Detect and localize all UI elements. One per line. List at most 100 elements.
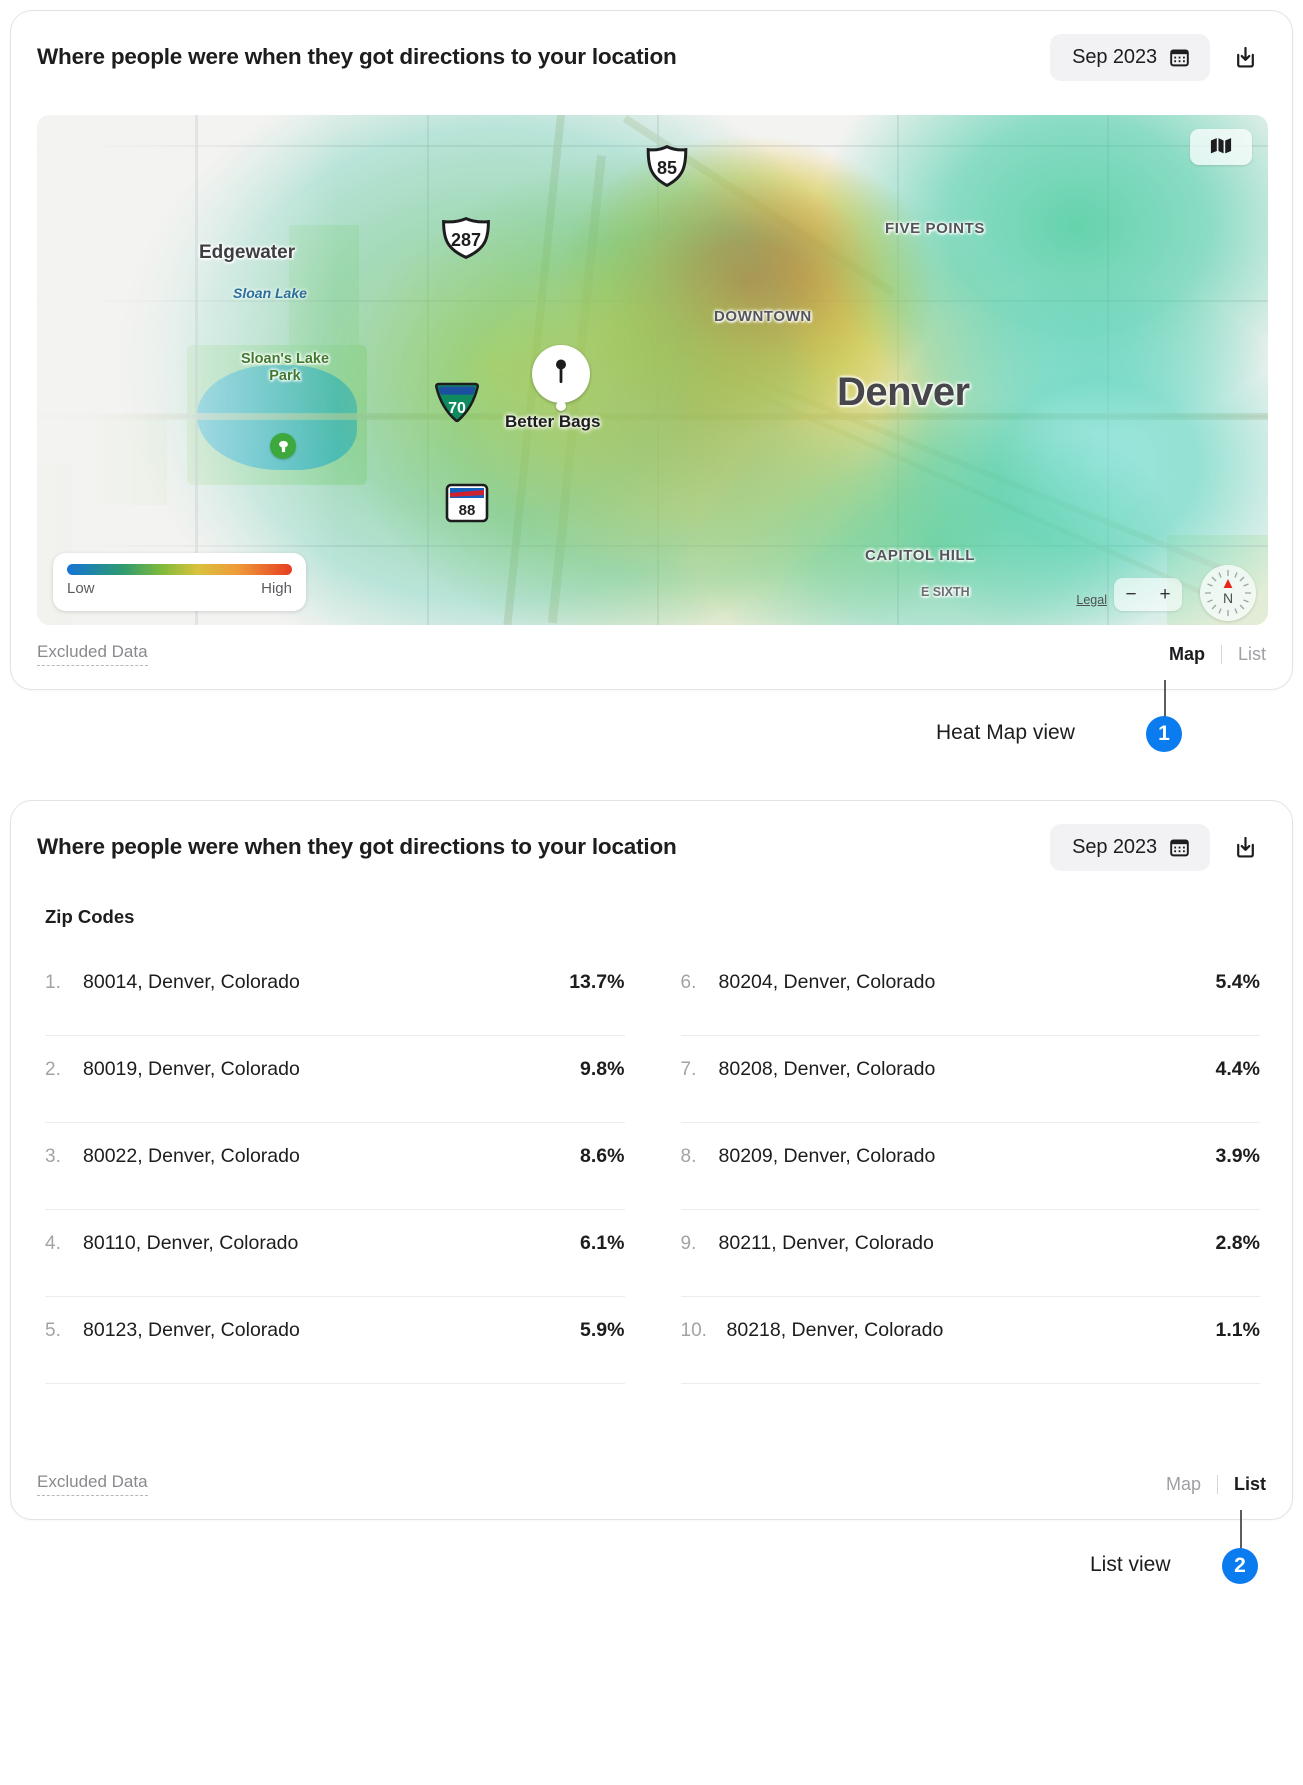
svg-text:88: 88 <box>459 502 476 519</box>
table-row[interactable]: 4. 80110, Denver, Colorado 6.1% <box>45 1210 625 1297</box>
row-label: 80019, Denver, Colorado <box>83 1058 300 1080</box>
row-value: 9.8% <box>580 1058 625 1080</box>
row-rank: 10. <box>680 1320 707 1341</box>
tab-list[interactable]: List <box>1222 644 1266 665</box>
row-label: 80123, Denver, Colorado <box>83 1319 300 1341</box>
page-title: Where people were when they got directio… <box>37 44 677 69</box>
map-layers-icon <box>1210 137 1232 157</box>
row-label: 80022, Denver, Colorado <box>83 1145 300 1167</box>
row-rank: 3. <box>45 1146 61 1167</box>
row-rank: 5. <box>45 1320 61 1341</box>
heat-legend-high: High <box>261 580 292 597</box>
row-value: 6.1% <box>580 1232 625 1254</box>
zoom-out-button[interactable]: − <box>1120 585 1141 604</box>
table-row[interactable]: 2. 80019, Denver, Colorado 9.8% <box>45 1036 625 1123</box>
highway-shield-88: 88 <box>445 483 489 523</box>
heat-legend: Low High <box>53 553 306 611</box>
annotation-badge: 1 <box>1146 716 1182 752</box>
row-rank: 2. <box>45 1059 61 1080</box>
table-row[interactable]: 6. 80204, Denver, Colorado 5.4% <box>680 949 1260 1036</box>
zoom-in-button[interactable]: + <box>1154 585 1175 604</box>
table-row[interactable]: 9. 80211, Denver, Colorado 2.8% <box>680 1210 1260 1297</box>
table-row[interactable]: 8. 80209, Denver, Colorado 3.9% <box>680 1123 1260 1210</box>
map-poi-label: Better Bags <box>505 412 601 431</box>
annotation-label: Heat Map view <box>936 721 1075 744</box>
calendar-icon <box>1169 47 1190 68</box>
zip-codes-heading: Zip Codes <box>45 906 135 927</box>
row-value: 13.7% <box>569 971 625 993</box>
view-toggle: Map List <box>1153 644 1266 665</box>
zip-column-left: 1. 80014, Denver, Colorado 13.7% 2. 8001… <box>45 949 625 1384</box>
date-range-label: Sep 2023 <box>1072 835 1157 858</box>
row-label: 80110, Denver, Colorado <box>83 1232 299 1254</box>
excluded-data-link[interactable]: Excluded Data <box>37 642 148 666</box>
annotation-heat-map-view: Heat Map view 1 <box>0 680 1303 790</box>
row-label: 80209, Denver, Colorado <box>718 1145 936 1167</box>
download-button[interactable] <box>1222 34 1268 80</box>
zip-code-list-card: Where people were when they got directio… <box>10 800 1293 1520</box>
map-pin-marker[interactable] <box>532 345 590 403</box>
row-value: 2.8% <box>1215 1232 1260 1254</box>
date-range-label: Sep 2023 <box>1072 45 1157 68</box>
map-canvas: 85 287 70 88 Denver Edgewater DOWNTOWN F… <box>37 115 1268 625</box>
row-value: 4.4% <box>1215 1058 1260 1080</box>
row-label: 80211, Denver, Colorado <box>718 1232 934 1254</box>
map-compass[interactable]: N <box>1200 565 1256 621</box>
excluded-data-link[interactable]: Excluded Data <box>37 1472 148 1496</box>
highway-shield-85: 85 <box>645 145 689 187</box>
row-value: 1.1% <box>1215 1319 1260 1341</box>
svg-text:N: N <box>1223 590 1233 606</box>
heat-map[interactable]: 85 287 70 88 Denver Edgewater DOWNTOWN F… <box>37 115 1268 625</box>
row-value: 5.9% <box>580 1319 625 1341</box>
table-row[interactable]: 10. 80218, Denver, Colorado 1.1% <box>680 1297 1260 1384</box>
download-button[interactable] <box>1222 824 1268 870</box>
download-icon <box>1233 45 1258 70</box>
date-range-picker[interactable]: Sep 2023 <box>1050 823 1210 871</box>
row-value: 8.6% <box>580 1145 625 1167</box>
park-tree-icon <box>270 433 296 459</box>
svg-text:70: 70 <box>448 400 466 417</box>
heat-fade-west <box>37 115 337 625</box>
heat-legend-low: Low <box>67 580 95 597</box>
date-range-picker[interactable]: Sep 2023 <box>1050 33 1210 81</box>
svg-text:85: 85 <box>657 158 677 178</box>
map-card-footer: Excluded Data Map List <box>37 637 1266 671</box>
row-rank: 4. <box>45 1233 61 1254</box>
tab-map[interactable]: Map <box>1153 644 1221 665</box>
highway-shield-70: 70 <box>434 381 480 423</box>
svg-text:287: 287 <box>451 230 481 250</box>
map-card-header: Where people were when they got directio… <box>11 11 1292 103</box>
map-legal-link[interactable]: Legal <box>1076 593 1107 607</box>
row-rank: 1. <box>45 972 61 993</box>
map-layers-button[interactable] <box>1190 129 1252 165</box>
table-row[interactable]: 5. 80123, Denver, Colorado 5.9% <box>45 1297 625 1384</box>
map-pin-anchor-dot <box>556 401 566 411</box>
highway-shield-287: 287 <box>440 217 492 259</box>
row-rank: 7. <box>680 1059 697 1080</box>
table-row[interactable]: 7. 80208, Denver, Colorado 4.4% <box>680 1036 1260 1123</box>
row-label: 80218, Denver, Colorado <box>726 1319 944 1341</box>
tab-list[interactable]: List <box>1218 1474 1266 1495</box>
page-root: Where people were when they got directio… <box>0 0 1303 1785</box>
map-zoom-controls: − + <box>1114 578 1182 611</box>
row-label: 80014, Denver, Colorado <box>83 971 300 993</box>
download-icon <box>1233 835 1258 860</box>
table-row[interactable]: 3. 80022, Denver, Colorado 8.6% <box>45 1123 625 1210</box>
heat-legend-gradient <box>67 564 292 575</box>
zip-column-right: 6. 80204, Denver, Colorado 5.4% 7. 80208… <box>680 949 1260 1384</box>
zip-codes-table: 1. 80014, Denver, Colorado 13.7% 2. 8001… <box>45 949 1260 1384</box>
row-label: 80208, Denver, Colorado <box>718 1058 936 1080</box>
row-value: 5.4% <box>1215 971 1260 993</box>
row-rank: 8. <box>680 1146 697 1167</box>
heat-legend-labels: Low High <box>67 580 292 597</box>
annotation-badge: 2 <box>1222 1548 1258 1584</box>
page-title: Where people were when they got directio… <box>37 834 677 859</box>
table-row[interactable]: 1. 80014, Denver, Colorado 13.7% <box>45 949 625 1036</box>
list-card-footer: Excluded Data Map List <box>37 1467 1266 1501</box>
heat-overlay <box>37 115 1268 625</box>
annotation-list-view: List view 2 <box>0 1510 1303 1620</box>
tab-map[interactable]: Map <box>1150 1474 1217 1495</box>
annotation-label: List view <box>1090 1553 1171 1576</box>
row-rank: 6. <box>680 972 697 993</box>
list-card-header: Where people were when they got directio… <box>11 801 1292 893</box>
